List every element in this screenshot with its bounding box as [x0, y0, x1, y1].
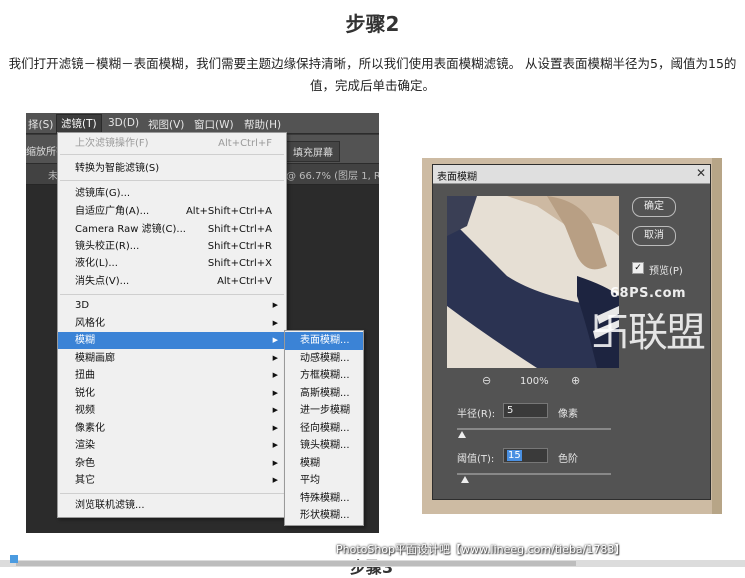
filter-menu: 上次滤镜操作(F) Alt+Ctrl+F 转换为智能滤镜(S) 滤镜库(G)..… [57, 132, 287, 518]
menubar: 择(S) 滤镜(T) 3D(D) 视图(V) 窗口(W) 帮助(H) [26, 113, 379, 134]
doc-tab-title[interactable]: @ 66.7% (图层 1, R [286, 167, 379, 182]
submenu-arrow-icon: ▶ [272, 459, 278, 467]
submenu-item-lens-blur[interactable]: 镜头模糊... [285, 437, 363, 455]
submenu-arrow-icon: ▶ [272, 476, 278, 484]
submenu-arrow-icon: ▶ [272, 406, 278, 414]
watermark-logo-icon: 卐联盟 [590, 310, 706, 356]
preview-checkbox[interactable]: ✓ [632, 262, 644, 274]
fill-screen-button[interactable]: 填充屏幕 [286, 141, 340, 162]
menu-item-pixelate[interactable]: 像素化 ▶ [58, 420, 286, 437]
menu-item-3d[interactable]: 3D ▶ [58, 297, 286, 314]
radius-label: 半径(R): [457, 409, 496, 420]
submenu-item-smart-blur[interactable]: 特殊模糊... [285, 490, 363, 508]
submenu-arrow-icon: ▶ [272, 441, 278, 449]
submenu-item-blur[interactable]: 模糊 [285, 455, 363, 473]
menu-item-vanishing-point[interactable]: 消失点(V)... Alt+Ctrl+V [58, 273, 286, 290]
radius-input[interactable]: 5 [503, 403, 548, 418]
intro-paragraph: 我们打开滤镜－模糊－表面模糊，我们需要主题边缘保持清晰，所以我们使用表面模糊滤镜… [8, 56, 737, 93]
menu-item-last-filter: 上次滤镜操作(F) Alt+Ctrl+F [75, 138, 272, 149]
submenu-item-radial-blur[interactable]: 径向模糊... [285, 420, 363, 438]
menu-filter[interactable]: 滤镜(T) [56, 114, 102, 134]
zoom-out-icon[interactable]: ⊖ [482, 374, 491, 387]
menu-item-filter-gallery[interactable]: 滤镜库(G)... [58, 185, 286, 202]
submenu-item-motion-blur[interactable]: 动感模糊... [285, 350, 363, 368]
submenu-item-average[interactable]: 平均 [285, 472, 363, 490]
submenu-arrow-icon: ▶ [272, 336, 278, 344]
menu-3d[interactable]: 3D(D) [108, 117, 139, 129]
submenu-arrow-icon: ▶ [272, 319, 278, 327]
submenu-arrow-icon: ▶ [272, 389, 278, 397]
threshold-slider-handle[interactable] [460, 476, 469, 483]
menu-item-camera-raw[interactable]: Camera Raw 滤镜(C)... Shift+Ctrl+A [58, 221, 286, 238]
submenu-item-blur-more[interactable]: 进一步模糊 [285, 402, 363, 420]
submenu-arrow-icon: ▶ [272, 301, 278, 309]
submenu-item-surface-blur[interactable]: 表面模糊... [285, 332, 363, 350]
dialog-title: 表面模糊 [437, 172, 477, 183]
radius-unit: 像素 [558, 409, 578, 420]
ok-button[interactable]: 确定 [632, 197, 676, 217]
submenu-arrow-icon: ▶ [272, 424, 278, 432]
threshold-unit: 色阶 [558, 454, 578, 465]
threshold-input[interactable]: 15 [503, 448, 548, 463]
menu-item-stylize[interactable]: 风格化 ▶ [58, 315, 286, 332]
watermark-site: 68PS.com [610, 286, 687, 301]
menu-item-adaptive-wide[interactable]: 自适应广角(A)... Alt+Shift+Ctrl+A [58, 203, 286, 220]
menu-item-blur[interactable]: 模糊 ▶ [58, 332, 286, 349]
menu-help[interactable]: 帮助(H) [244, 117, 281, 132]
submenu-item-gaussian-blur[interactable]: 高斯模糊... [285, 385, 363, 403]
preview-label: 预览(P) [649, 266, 683, 277]
close-icon[interactable]: ✕ [696, 166, 706, 180]
menu-item-lens-correction[interactable]: 镜头校正(R)... Shift+Ctrl+R [58, 238, 286, 255]
menu-item-convert-smart[interactable]: 转换为智能滤镜(S) [58, 160, 286, 177]
menu-select[interactable]: 择(S) [28, 117, 53, 132]
menu-item-sharpen[interactable]: 锐化 ▶ [58, 385, 286, 402]
step-title: 步骤2 [345, 12, 400, 36]
cancel-button[interactable]: 取消 [632, 226, 676, 246]
left-marker [10, 555, 18, 563]
menu-item-blur-gallery[interactable]: 模糊画廊 ▶ [58, 350, 286, 367]
menu-item-distort[interactable]: 扭曲 ▶ [58, 367, 286, 384]
scrollbar-thumb[interactable] [16, 561, 576, 566]
menu-item-other[interactable]: 其它 ▶ [58, 472, 286, 489]
menu-window[interactable]: 窗口(W) [194, 117, 234, 132]
blur-submenu: 表面模糊... 动感模糊... 方框模糊... 高斯模糊... 进一步模糊 径向… [284, 330, 364, 526]
menu-item-liquify[interactable]: 液化(L)... Shift+Ctrl+X [58, 255, 286, 272]
horizontal-scrollbar[interactable] [0, 560, 745, 567]
zoom-in-icon[interactable]: ⊕ [571, 374, 580, 387]
submenu-arrow-icon: ▶ [272, 354, 278, 362]
menu-item-video[interactable]: 视频 ▶ [58, 402, 286, 419]
threshold-label: 阈值(T): [457, 454, 495, 465]
dialog-titlebar: 表面模糊 ✕ [433, 165, 710, 184]
menu-item-render[interactable]: 渲染 ▶ [58, 437, 286, 454]
threshold-slider-track[interactable] [457, 473, 611, 475]
submenu-arrow-icon: ▶ [272, 371, 278, 379]
submenu-item-box-blur[interactable]: 方框模糊... [285, 367, 363, 385]
menu-item-browse-online[interactable]: 浏览联机滤镜... [58, 497, 286, 514]
menu-item-noise[interactable]: 杂色 ▶ [58, 455, 286, 472]
menu-view[interactable]: 视图(V) [148, 117, 184, 132]
radius-slider-track[interactable] [457, 428, 611, 430]
zoom-level: 100% [520, 376, 549, 387]
radius-slider-handle[interactable] [457, 431, 466, 438]
submenu-item-shape-blur[interactable]: 形状模糊... [285, 507, 363, 525]
